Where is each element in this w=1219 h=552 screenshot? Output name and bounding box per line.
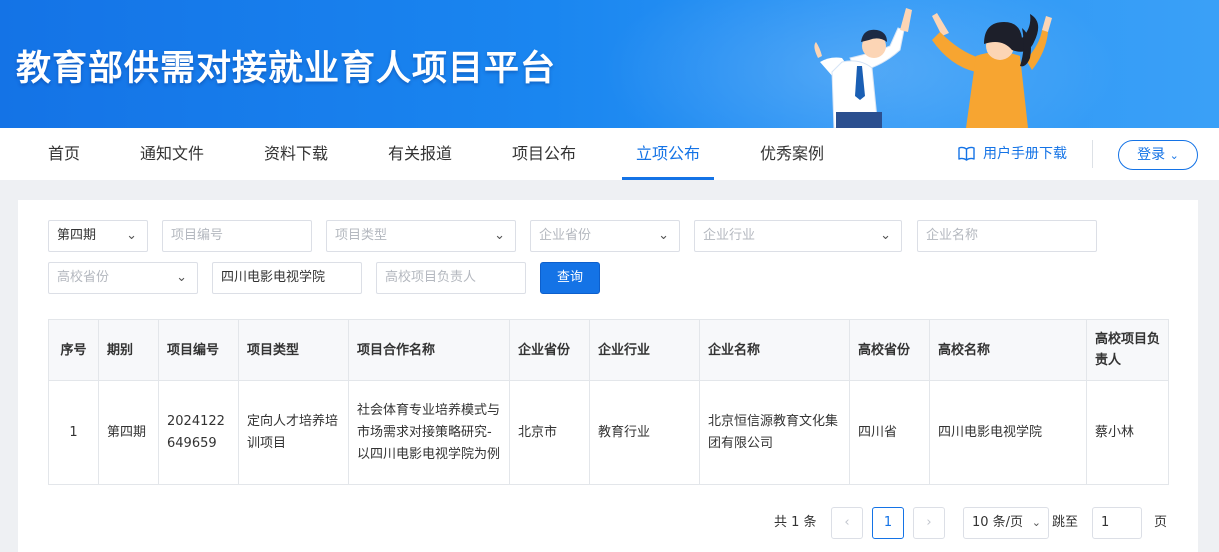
nav-item-downloads[interactable]: 资料下载: [264, 128, 328, 180]
chevron-left-icon: ‹: [844, 515, 850, 530]
site-title: 教育部供需对接就业育人项目平台: [16, 49, 557, 89]
jump-label: 跳至: [1052, 515, 1079, 530]
chevron-down-icon: ⌄: [880, 228, 891, 243]
table-cell: 教育行业: [589, 380, 700, 485]
table-cell: 社会体育专业培养模式与市场需求对接策略研究-以四川电影电视学院为例: [348, 380, 510, 485]
table-cell: 1: [48, 380, 99, 485]
login-button[interactable]: 登录 ⌄: [1118, 140, 1198, 170]
column-header: 高校省份: [849, 319, 930, 381]
high-five-illustration: [814, 8, 1052, 128]
table-cell: 四川省: [849, 380, 930, 485]
table-cell: 第四期: [98, 380, 159, 485]
nav-item-notices[interactable]: 通知文件: [140, 128, 204, 180]
column-header: 企业省份: [509, 319, 590, 381]
nav-item-reports[interactable]: 有关报道: [388, 128, 452, 180]
chevron-down-icon: ⌄: [1169, 149, 1179, 162]
page-suffix: 页: [1154, 515, 1168, 530]
nav-item-project-publish[interactable]: 项目公布: [512, 128, 576, 180]
nav-item-approval-publish[interactable]: 立项公布: [636, 128, 700, 180]
school-name-value: 四川电影电视学院: [221, 270, 326, 285]
chevron-down-icon: ⌄: [494, 228, 505, 243]
column-header: 序号: [48, 319, 99, 381]
user-manual-download-link[interactable]: 用户手册下载: [958, 128, 1067, 180]
company-industry-select[interactable]: 企业行业 ⌄: [694, 220, 902, 252]
chevron-down-icon: ⌄: [1031, 516, 1041, 529]
active-tab-indicator: [622, 177, 714, 180]
user-manual-label: 用户手册下载: [983, 146, 1067, 162]
project-number-placeholder: 项目编号: [171, 228, 224, 243]
column-header: 企业行业: [589, 319, 700, 381]
table-header-row: 序号 期别 项目编号 项目类型 项目合作名称 企业省份 企业行业 企业名称 高校…: [48, 319, 1169, 381]
school-province-placeholder: 高校省份: [57, 270, 110, 285]
nav-item-excellent-cases[interactable]: 优秀案例: [760, 128, 824, 180]
company-name-input[interactable]: 企业名称: [917, 220, 1097, 252]
column-header: 期别: [98, 319, 159, 381]
nav-divider: [1092, 140, 1093, 168]
page-size-select[interactable]: 10 条/页 ⌄: [963, 507, 1049, 539]
period-value: 第四期: [57, 228, 97, 243]
page-size-value: 10 条/页: [972, 515, 1024, 530]
total-count: 共 1 条: [774, 515, 817, 530]
chevron-down-icon: ⌄: [176, 270, 187, 285]
table-cell: 四川电影电视学院: [929, 380, 1087, 485]
project-number-input[interactable]: 项目编号: [162, 220, 312, 252]
company-name-placeholder: 企业名称: [926, 228, 979, 243]
project-type-placeholder: 项目类型: [335, 228, 388, 243]
school-leader-placeholder: 高校项目负责人: [385, 270, 477, 285]
column-header: 高校名称: [929, 319, 1087, 381]
table-row: 1 第四期 2024122649659 定向人才培养培训项目 社会体育专业培养模…: [48, 380, 1169, 485]
query-button[interactable]: 查询: [540, 262, 600, 294]
chevron-right-icon: ›: [926, 515, 932, 530]
company-province-select[interactable]: 企业省份 ⌄: [530, 220, 680, 252]
project-type-select[interactable]: 项目类型 ⌄: [326, 220, 516, 252]
company-industry-placeholder: 企业行业: [703, 228, 756, 243]
school-leader-input[interactable]: 高校项目负责人: [376, 262, 526, 294]
book-icon: [958, 146, 975, 161]
column-header: 高校项目负责人: [1086, 319, 1169, 381]
content-card: 第四期 ⌄ 项目编号 项目类型 ⌄ 企业省份 ⌄ 企业行业 ⌄ 企业名称 高校省份 ⌄ 四…: [18, 200, 1198, 552]
column-header: 企业名称: [699, 319, 850, 381]
prev-page-button[interactable]: ‹: [831, 507, 863, 539]
table-cell: 定向人才培养培训项目: [238, 380, 349, 485]
login-label: 登录: [1137, 147, 1166, 163]
header-banner: 教育部供需对接就业育人项目平台: [0, 0, 1219, 128]
nav-item-home[interactable]: 首页: [48, 128, 80, 180]
jump-page-input[interactable]: 1: [1092, 507, 1142, 539]
school-name-input[interactable]: 四川电影电视学院: [212, 262, 362, 294]
page-number-current[interactable]: 1: [872, 507, 904, 539]
chevron-down-icon: ⌄: [126, 228, 137, 243]
column-header: 项目类型: [238, 319, 349, 381]
column-header: 项目编号: [158, 319, 239, 381]
school-province-select[interactable]: 高校省份 ⌄: [48, 262, 198, 294]
chevron-down-icon: ⌄: [658, 228, 669, 243]
column-header: 项目合作名称: [348, 319, 510, 381]
next-page-button[interactable]: ›: [913, 507, 945, 539]
period-select[interactable]: 第四期 ⌄: [48, 220, 148, 252]
results-table: 序号 期别 项目编号 项目类型 项目合作名称 企业省份 企业行业 企业名称 高校…: [48, 319, 1169, 485]
table-cell: 蔡小林: [1086, 380, 1169, 485]
table-cell: 北京恒信源教育文化集团有限公司: [699, 380, 850, 485]
company-province-placeholder: 企业省份: [539, 228, 592, 243]
main-nav: 首页 通知文件 资料下载 有关报道 项目公布 立项公布 优秀案例 用户手册下载 …: [0, 128, 1219, 180]
table-cell: 2024122649659: [158, 380, 239, 485]
table-cell: 北京市: [509, 380, 590, 485]
